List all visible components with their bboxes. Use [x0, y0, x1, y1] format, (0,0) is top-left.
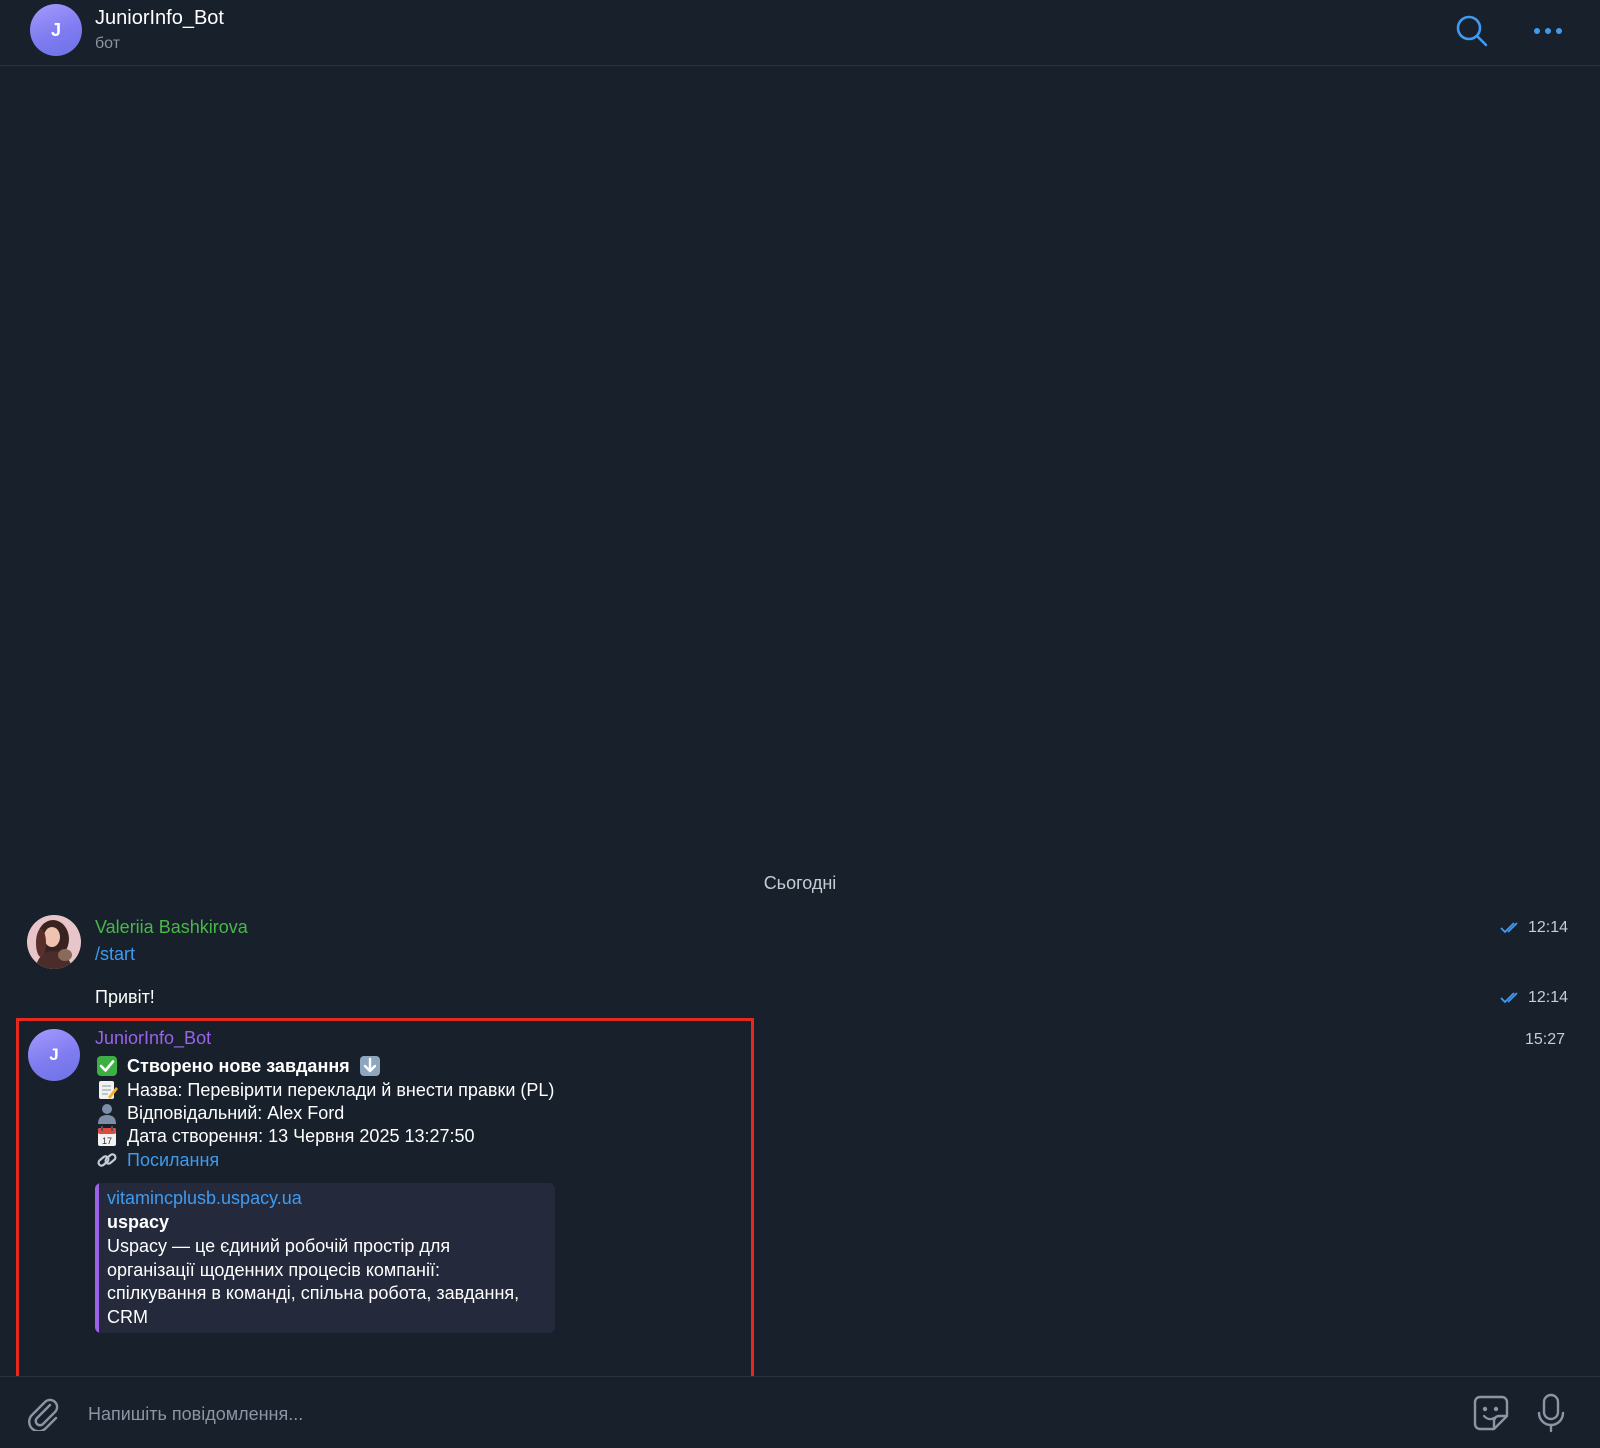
- message-composer: [0, 1376, 1600, 1448]
- svg-text:17: 17: [102, 1136, 112, 1146]
- time-label: 15:27: [1525, 1031, 1566, 1048]
- task-date-text: Дата створення: 13 Червня 2025 13:27:50: [127, 1125, 475, 1146]
- date-separator: Сьогодні: [763, 873, 837, 893]
- sticker-icon[interactable]: [1472, 1394, 1510, 1432]
- message-time: 12:14: [1500, 989, 1568, 1007]
- message-sender[interactable]: JuniorInfo_Bot: [95, 1028, 211, 1049]
- preview-site-name: uspacy: [107, 1212, 170, 1232]
- down-arrow-icon: [358, 1054, 382, 1078]
- preview-accent-bar: [95, 1183, 99, 1333]
- preview-description: Uspacy — це єдиний робочій простір для о…: [107, 1236, 520, 1327]
- bot-avatar[interactable]: J: [30, 4, 82, 56]
- double-check-icon: [1500, 922, 1518, 934]
- chat-subtitle: бот: [95, 35, 121, 52]
- chat-header: J JuniorInfo_Bot бот: [0, 0, 1600, 66]
- task-name-line: Назва: Перевірити переклади й внести пра…: [95, 1078, 554, 1102]
- task-responsible-text: Відповідальний: Alex Ford: [127, 1102, 345, 1123]
- double-check-icon: [1500, 992, 1518, 1004]
- message-time: 12:14: [1500, 919, 1568, 937]
- task-heading-text: Створено нове завдання: [127, 1055, 350, 1076]
- link-icon: [95, 1148, 119, 1172]
- task-name-text: Назва: Перевірити переклади й внести пра…: [127, 1079, 555, 1100]
- bot-command-link[interactable]: /start: [95, 944, 135, 965]
- search-icon[interactable]: [1455, 14, 1489, 48]
- task-heading: Створено нове завдання: [95, 1054, 382, 1078]
- more-horizontal-icon[interactable]: [1532, 18, 1564, 44]
- preview-domain-link[interactable]: vitamincplusb.uspacy.ua: [107, 1188, 302, 1209]
- memo-icon: [95, 1078, 119, 1102]
- check-mark-icon: [95, 1054, 119, 1078]
- user-avatar[interactable]: [27, 915, 81, 969]
- time-label: 12:14: [1528, 919, 1569, 936]
- task-date-line: 17 Дата створення: 13 Червня 2025 13:27:…: [95, 1124, 475, 1148]
- bot-message-avatar[interactable]: J: [28, 1029, 80, 1081]
- message-text: Привіт!: [95, 987, 155, 1007]
- task-link-line: Посилання: [95, 1148, 219, 1172]
- person-icon: [95, 1101, 119, 1125]
- message-sender[interactable]: Valeriia Bashkirova: [95, 917, 248, 938]
- microphone-icon[interactable]: [1537, 1393, 1565, 1433]
- chat-title[interactable]: JuniorInfo_Bot: [95, 7, 224, 30]
- paperclip-icon[interactable]: [26, 1395, 60, 1431]
- calendar-icon: 17: [95, 1124, 119, 1148]
- time-label: 12:14: [1528, 989, 1569, 1006]
- link-preview[interactable]: vitamincplusb.uspacy.ua uspacy Uspacy — …: [95, 1183, 555, 1333]
- task-responsible-line: Відповідальний: Alex Ford: [95, 1101, 344, 1125]
- message-input[interactable]: [86, 1397, 1450, 1431]
- message-time: 15:27: [1525, 1031, 1565, 1049]
- task-link[interactable]: Посилання: [127, 1150, 219, 1171]
